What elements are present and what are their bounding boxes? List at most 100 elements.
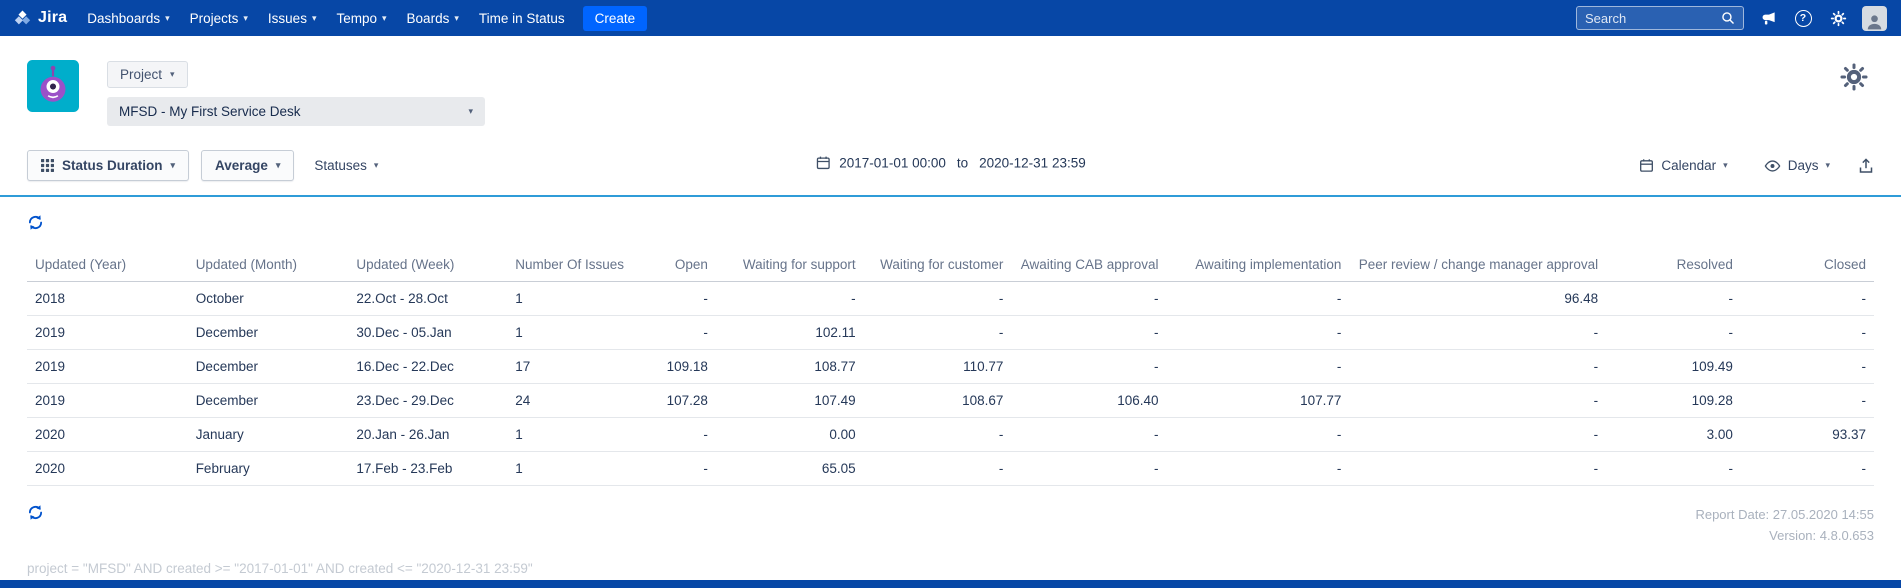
table-cell: - [1166,417,1350,452]
table-cell: - [1011,451,1167,486]
table-cell: - [863,417,1012,452]
export-icon [1859,157,1873,173]
user-avatar[interactable] [1862,5,1887,31]
table-cell: 1 [507,315,624,350]
report-date-value: 27.05.2020 14:55 [1772,507,1874,522]
brand-text: Jira [38,9,68,26]
table-cell: 30.Dec - 05.Jan [348,315,508,350]
report-footer: Report Date: 27.05.2020 14:55 Version: 4… [0,486,1901,547]
export-button[interactable] [1858,157,1874,174]
table-cell: October [187,281,349,316]
admin-settings-button[interactable] [1827,7,1849,29]
top-navbar: Jira Dashboards ▾ Projects ▾ Issues ▾ Te… [0,0,1901,36]
report-type-button[interactable]: Status Duration ▾ [27,150,190,181]
table-cell: December [187,383,349,418]
table-head: Updated (Year) Updated (Month) Updated (We… [27,248,1874,282]
column-header: Updated (Year) [27,248,188,282]
toolbar-right: Calendar ▾ Days ▾ [1631,151,1874,180]
nav-item-tempo[interactable]: Tempo ▾ [326,0,396,36]
table-cell: - [863,451,1012,486]
table-cell: 109.28 [1606,383,1741,418]
refresh-row-top [0,197,1901,236]
table-cell: 16.Dec - 22.Dec [348,349,508,384]
project-selector-group: Project ▾ MFSD - My First Service Desk ▾ [107,60,485,126]
nav-item-label: Dashboards [87,10,161,26]
table-cell: - [1606,281,1741,316]
table-cell: 108.67 [863,383,1012,418]
column-header: Updated (Week) [348,248,508,282]
quick-search [1576,6,1744,30]
statuses-label: Statuses [314,158,367,173]
calendar-icon [1640,159,1654,172]
table-cell: - [1349,349,1607,384]
refresh-icon [28,215,43,230]
unit-dropdown[interactable]: Days ▾ [1756,151,1838,180]
table-cell: 1 [507,451,624,486]
table-cell: 107.49 [715,383,864,418]
table-cell: 102.11 [715,315,864,350]
aggregation-label: Average [215,158,268,173]
nav-item-projects[interactable]: Projects ▾ [180,0,258,36]
column-header: Resolved [1606,248,1741,282]
create-button[interactable]: Create [582,5,648,31]
table-row: 2019 December 30.Dec - 05.Jan 1-102.11- - - - -… [27,315,1874,350]
chevron-down-icon: ▾ [454,12,459,23]
chevron-down-icon: ▾ [165,12,170,23]
table-cell: January [187,417,349,452]
scope-label: Project [120,67,163,82]
jira-logo[interactable]: Jira [14,9,67,27]
table-cell: - [715,281,864,316]
nav-item-issues[interactable]: Issues ▾ [258,0,327,36]
table-cell: 107.77 [1166,383,1350,418]
report-settings-button[interactable] [1839,62,1869,97]
table-cell: - [1349,383,1607,418]
version-value: 4.8.0.653 [1819,528,1874,544]
help-icon: ? [1794,9,1812,27]
table-cell: - [863,281,1012,316]
navbar-right: ? [1576,5,1887,31]
table-cell: 0.00 [715,417,864,452]
refresh-button[interactable] [27,214,44,231]
toolbar-left: Status Duration ▾ Average ▾ Statuses ▾ [27,150,386,181]
table-cell: - [1166,315,1350,350]
help-glyph: ? [1799,12,1807,24]
eye-icon [1764,159,1781,172]
status-table: Updated (Year) Updated (Month) Updated (We… [27,248,1874,486]
project-select[interactable]: MFSD - My First Service Desk ▾ [107,97,485,126]
refresh-icon [28,505,43,520]
unit-label: Days [1787,158,1819,173]
statuses-dropdown[interactable]: Statuses ▾ [306,151,386,180]
nav-item-boards[interactable]: Boards ▾ [397,0,469,36]
date-range-picker[interactable]: 2017-01-01 00:00 to 2020-12-31 23:59 [815,155,1086,170]
column-header: Waiting for support [715,248,864,282]
column-header: Peer review / change manager approval [1349,248,1607,282]
help-button[interactable]: ? [1792,7,1814,29]
table-cell: December [187,349,349,384]
jql-query-text: project = "MFSD" AND created >= "2017-01… [27,560,533,576]
nav-item-label: Time in Status [478,10,565,26]
chevron-down-icon: ▾ [1723,160,1728,170]
aggregation-button[interactable]: Average ▾ [201,150,295,181]
table-cell: 109.18 [623,349,716,384]
table-row: 2020 February 17.Feb - 23.Feb 1-65.05- - - - - - [27,451,1874,486]
table-cell: - [1349,315,1607,350]
feedback-megaphone-icon[interactable] [1757,7,1779,29]
table-cell: 2019 [27,383,188,418]
table-cell: 93.37 [1740,417,1874,452]
nav-item-label: Projects [189,10,239,26]
refresh-button-bottom[interactable] [27,504,44,521]
chevron-down-icon: ▾ [1825,160,1830,170]
nav-item-dashboards[interactable]: Dashboards ▾ [77,0,179,36]
table-cell: 106.40 [1011,383,1167,418]
chevron-down-icon: ▾ [275,160,281,170]
nav-item-time-in-status[interactable]: Time in Status [469,0,575,36]
search-input[interactable] [1585,10,1715,26]
table-cell: - [623,417,716,452]
scope-dropdown[interactable]: Project ▾ [107,61,188,88]
chevron-down-icon: ▾ [382,12,387,23]
table-cell: - [1166,451,1350,486]
version-line: Version: 4.8.0.653 [1695,525,1874,546]
calendar-dropdown[interactable]: Calendar ▾ [1631,151,1735,180]
person-icon [1867,14,1882,29]
gear-icon [1830,10,1846,26]
